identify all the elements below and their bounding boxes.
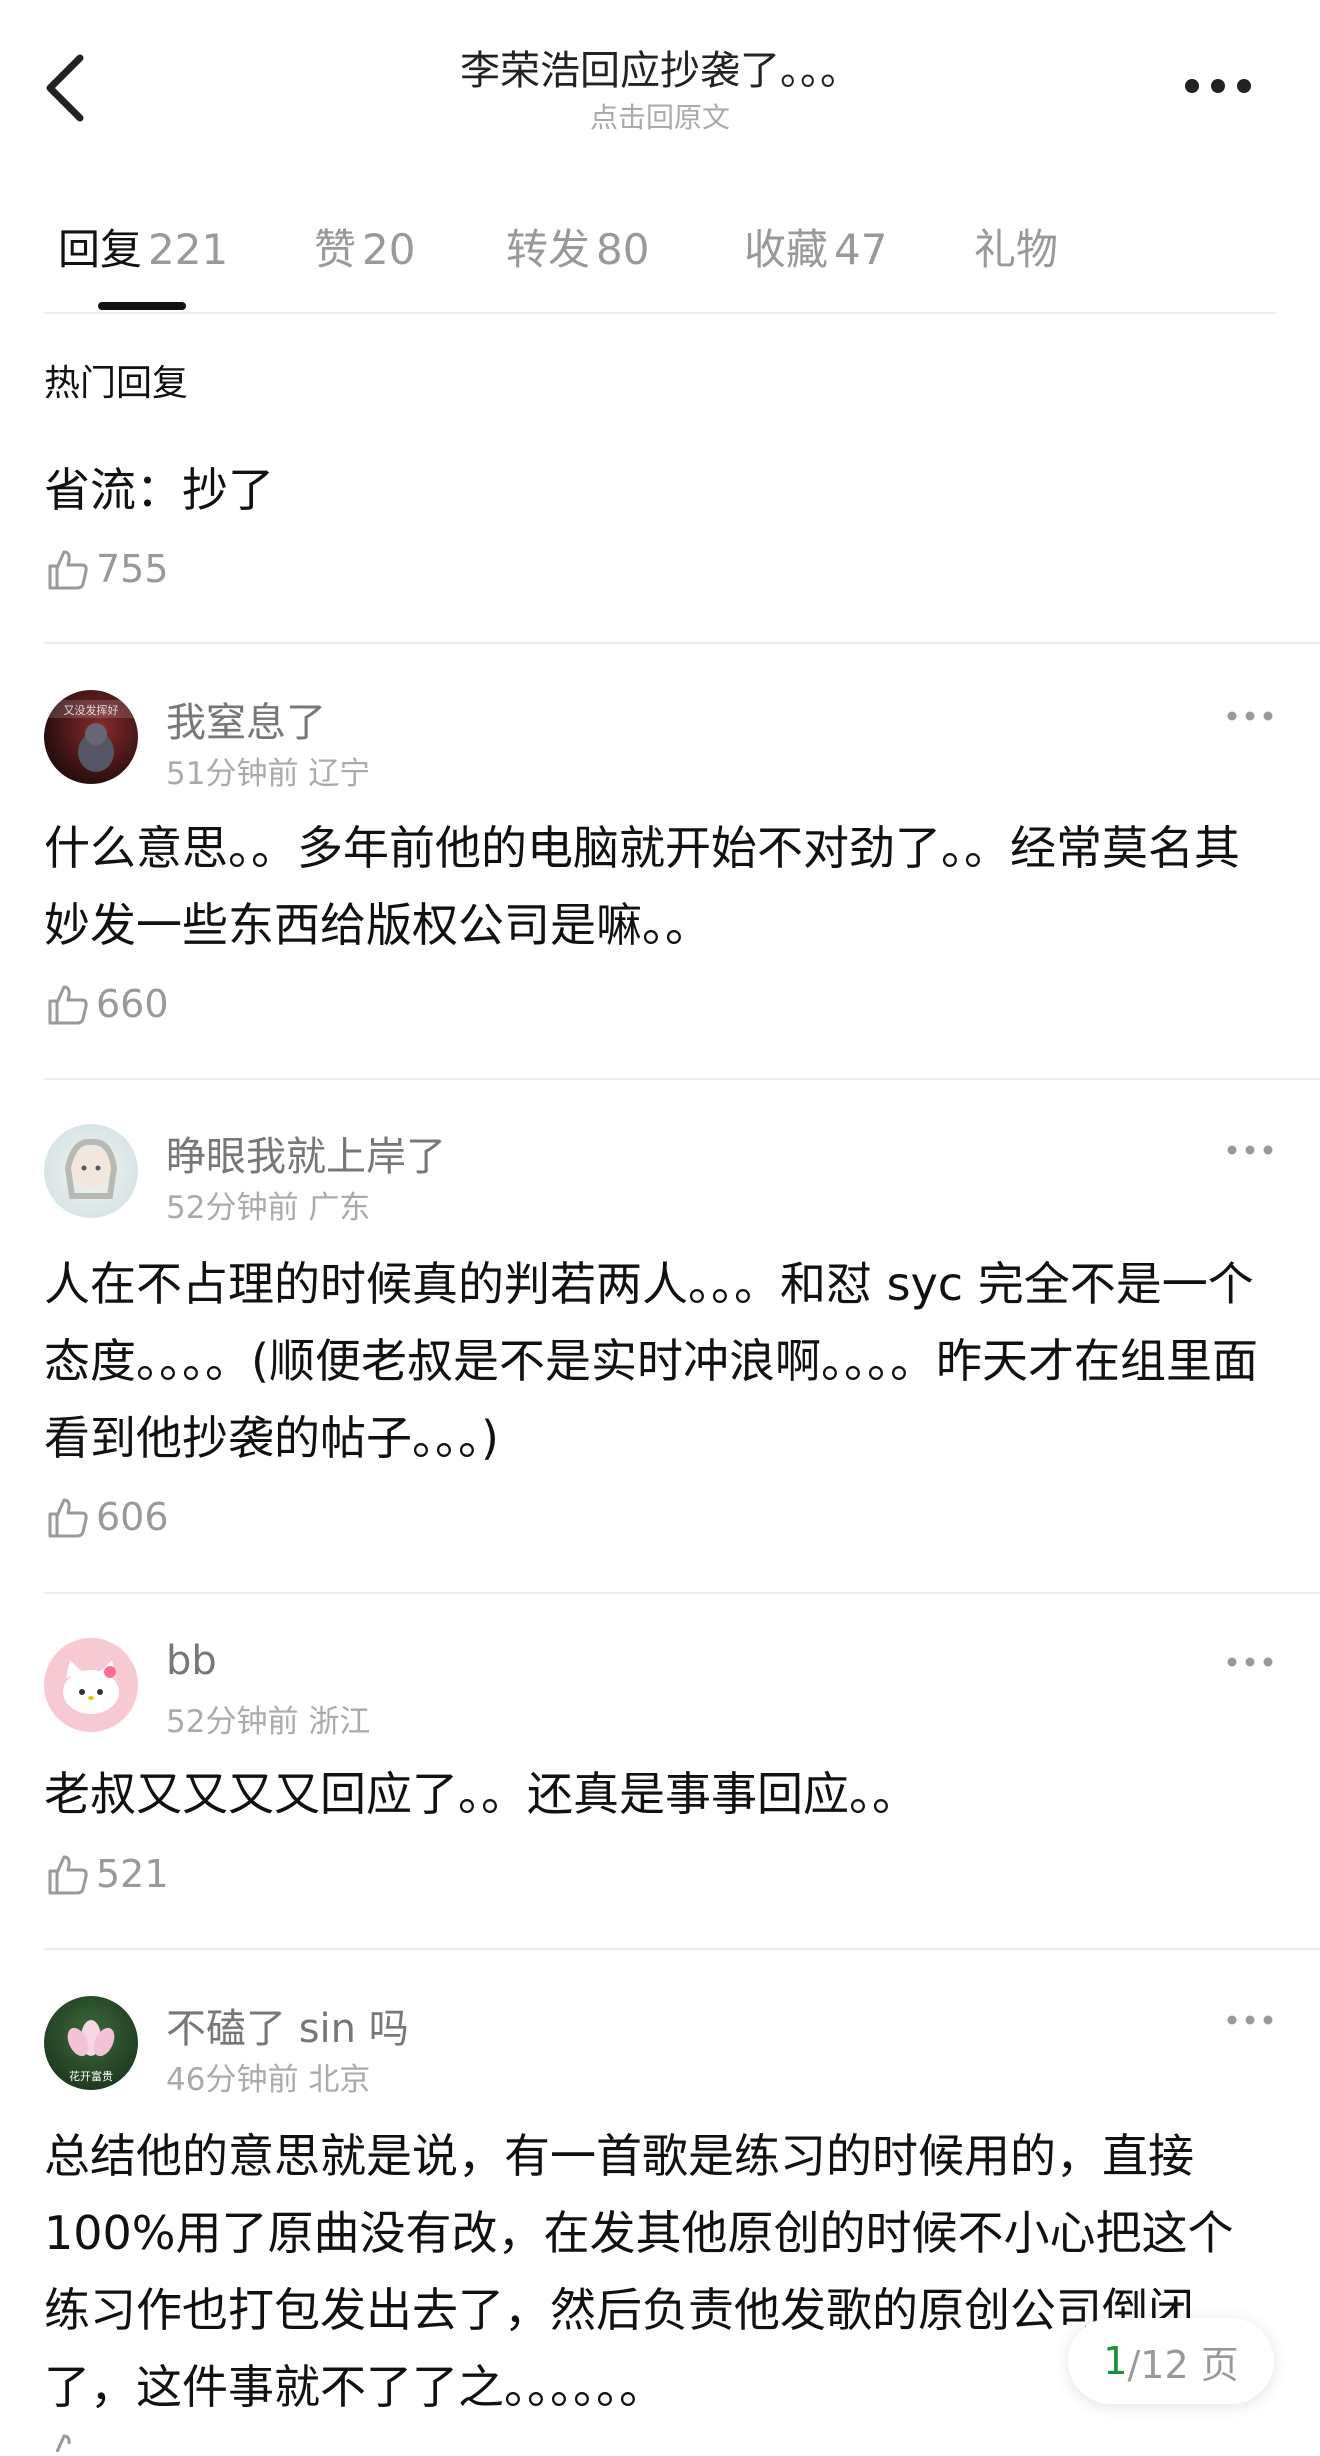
comment-text[interactable]: 人在不占理的时候真的判若两人。。。和怼 syc 完全不是一个态度。。。。(顺便老… <box>44 1246 1276 1477</box>
thumbs-up-icon <box>48 1498 88 1538</box>
divider <box>44 312 1276 314</box>
thumbs-up-icon <box>44 2430 90 2456</box>
like-button[interactable]: 755 <box>44 546 169 592</box>
svg-text:又没发挥好: 又没发挥好 <box>64 703 119 717</box>
comment-text[interactable]: 什么意思。。多年前他的电脑就开始不对劲了。。经常莫名其妙发一些东西给版权公司是嘛… <box>44 810 1276 964</box>
divider <box>44 1078 1320 1080</box>
like-button[interactable]: 660 <box>44 981 169 1027</box>
avatar[interactable]: 花开富贵 <box>44 1996 138 2090</box>
comment-location: 浙江 <box>308 1704 371 1740</box>
tab-label: 礼物 <box>974 225 1059 274</box>
comment-location: 广东 <box>308 1190 371 1226</box>
more-dots-icon[interactable] <box>1226 2010 1274 2030</box>
total-pages: /12 页 <box>1127 2342 1239 2387</box>
post-title[interactable]: 李荣浩回应抄袭了。。。 <box>0 38 1320 96</box>
tab-reposts[interactable]: 转发 80 <box>506 216 649 277</box>
thumbs-up-icon <box>48 1855 88 1895</box>
tab-label: 回复 <box>58 225 143 274</box>
comment-time: 52分钟前 <box>166 1704 299 1740</box>
comment-meta: 52分钟前 广东 <box>166 1182 370 1227</box>
avatar[interactable] <box>44 1124 138 1218</box>
comment-location: 北京 <box>308 2062 371 2098</box>
username[interactable]: 睁眼我就上岸了 <box>166 1124 446 1182</box>
reaction-tabs: 回复 221 赞 20 转发 80 收藏 47 礼物 <box>44 198 1274 308</box>
tab-label: 赞 <box>314 225 357 274</box>
tab-favorites[interactable]: 收藏 47 <box>744 216 887 277</box>
comment-meta: 52分钟前 浙江 <box>166 1696 370 1741</box>
tab-replies[interactable]: 回复 221 <box>58 216 228 277</box>
avatar[interactable] <box>44 1638 138 1732</box>
tab-label: 收藏 <box>744 225 829 274</box>
username[interactable]: 不磕了 sin 吗 <box>166 1996 409 2054</box>
comment-meta: 46分钟前 北京 <box>166 2054 370 2099</box>
comment-time: 46分钟前 <box>166 2062 299 2098</box>
username[interactable]: 我窒息了 <box>166 690 326 748</box>
top-nav-bar: 李荣浩回应抄袭了。。。 点击回原文 <box>0 0 1320 160</box>
like-count: 606 <box>96 1495 169 1539</box>
comment-time: 52分钟前 <box>166 1190 299 1226</box>
divider <box>44 1592 1320 1594</box>
more-dots-icon[interactable] <box>1226 706 1274 726</box>
tab-count: 20 <box>362 225 416 274</box>
comment-text[interactable]: 老叔又又又又回应了。。还真是事事回应。。 <box>44 1756 1276 1833</box>
username[interactable]: bb <box>166 1638 217 1684</box>
active-tab-underline <box>98 302 186 310</box>
current-page: 1 <box>1103 2339 1128 2383</box>
tab-likes[interactable]: 赞 20 <box>314 216 415 277</box>
like-button[interactable]: 606 <box>44 1494 169 1540</box>
divider <box>44 642 1320 644</box>
hot-replies-heading: 热门回复 <box>44 363 189 404</box>
more-dots-icon[interactable] <box>1226 1652 1274 1672</box>
comment-location: 辽宁 <box>308 756 371 792</box>
more-dots-icon[interactable] <box>1178 66 1258 106</box>
like-count: 755 <box>96 547 169 591</box>
more-dots-icon[interactable] <box>1226 1140 1274 1160</box>
tab-count: 221 <box>148 225 229 274</box>
like-button[interactable]: 521 <box>44 1851 169 1897</box>
thumbs-up-icon <box>48 550 88 590</box>
comment-time: 51分钟前 <box>166 756 299 792</box>
like-count: 521 <box>96 1852 169 1896</box>
comment-meta: 51分钟前 辽宁 <box>166 748 370 793</box>
hot-reply-text[interactable]: 省流：抄了 <box>44 454 274 520</box>
tab-gifts[interactable]: 礼物 <box>974 216 1058 277</box>
divider <box>44 1948 1320 1950</box>
back-to-original-link[interactable]: 点击回原文 <box>0 96 1320 136</box>
tab-count: 47 <box>834 225 888 274</box>
like-count: 660 <box>96 982 169 1026</box>
thumbs-up-icon <box>48 985 88 1025</box>
svg-text:花开富贵: 花开富贵 <box>69 2069 113 2083</box>
page-indicator[interactable]: 1/12 页 <box>1068 2318 1274 2404</box>
avatar[interactable]: 又没发挥好 <box>44 690 138 784</box>
tab-count: 80 <box>596 225 650 274</box>
tab-label: 转发 <box>506 225 591 274</box>
